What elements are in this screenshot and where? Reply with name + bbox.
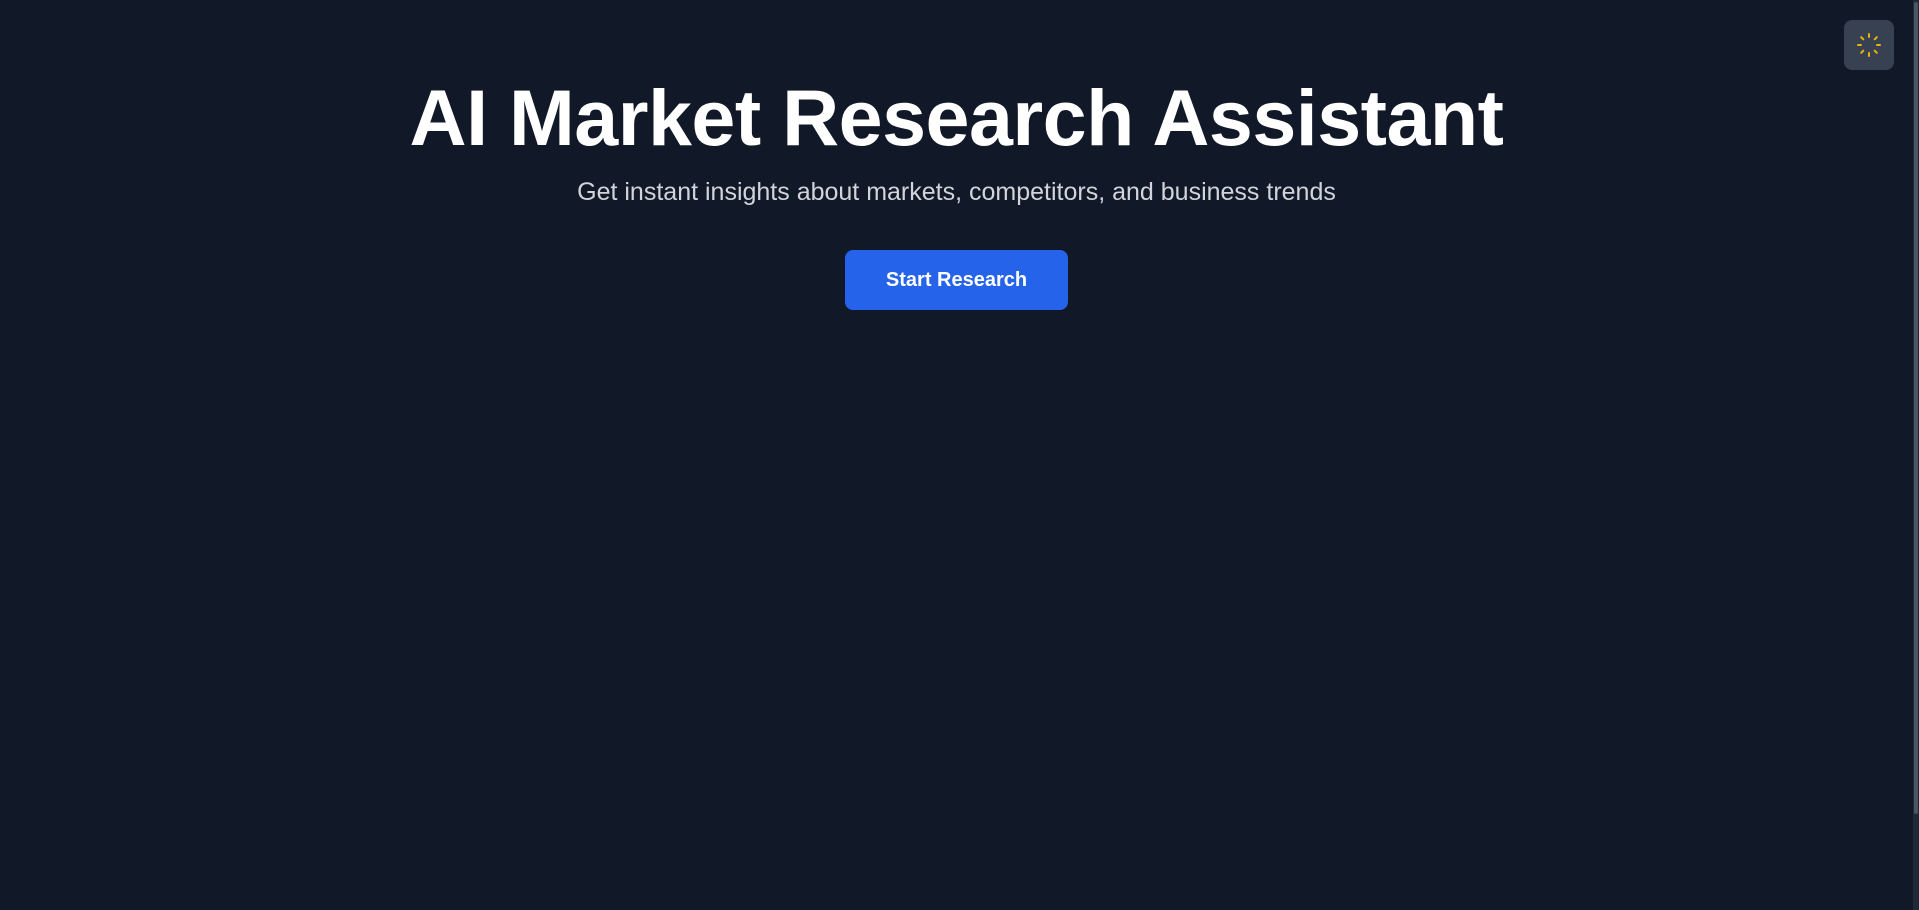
sun-icon xyxy=(1855,31,1883,59)
page-title: AI Market Research Assistant xyxy=(409,73,1504,162)
page-subtitle: Get instant insights about markets, comp… xyxy=(577,178,1336,206)
start-research-button[interactable]: Start Research xyxy=(845,250,1068,310)
scrollbar-thumb[interactable] xyxy=(1914,2,1918,814)
theme-toggle-button[interactable] xyxy=(1844,20,1894,70)
page-scrollbar[interactable] xyxy=(1913,0,1919,910)
landing-page: AI Market Research Assistant Get instant… xyxy=(0,0,1913,910)
